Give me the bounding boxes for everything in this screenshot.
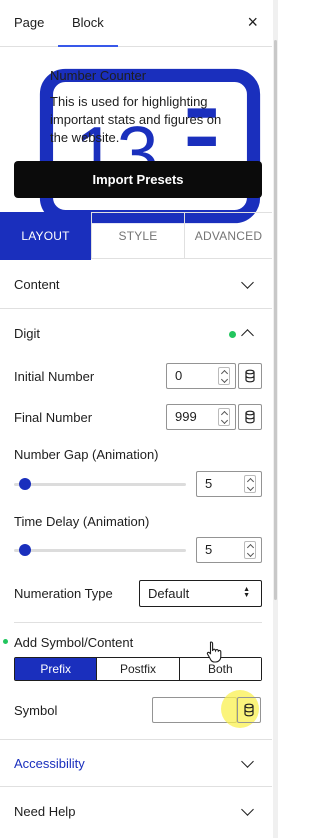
number-gap-slider-thumb[interactable] [19,478,31,490]
panel-accessibility-label: Accessibility [14,756,85,771]
dynamic-content-button[interactable] [237,697,261,723]
final-number-value: 999 [175,409,197,424]
number-gap-input[interactable]: 5 [196,471,262,497]
initial-number-value: 0 [175,368,183,383]
chevron-down-icon [241,803,254,816]
panel-accessibility[interactable]: Accessibility [0,739,272,787]
spinner-icon[interactable] [218,367,230,385]
add-symbol-label: Add Symbol/Content [14,635,134,650]
panel-need-help-label: Need Help [14,804,76,819]
tab-style[interactable]: STYLE [91,213,184,259]
select-arrows-icon: ▲ ▼ [243,586,250,599]
panel-content-label: Content [14,277,60,292]
panel-content[interactable]: Content [0,261,272,309]
dynamic-content-button[interactable] [238,363,262,389]
dynamic-content-button[interactable] [238,404,262,430]
time-delay-label: Time Delay (Animation) [14,514,150,529]
numeration-type-select[interactable]: Default ▲ ▼ [139,580,262,607]
final-number-input[interactable]: 999 [166,404,236,430]
numeration-type-value: Default [148,586,190,601]
spinner-icon[interactable] [244,475,256,493]
status-dot [3,639,8,644]
sidebar-tab-bar: Page Block × [0,0,272,47]
tab-page[interactable]: Page [14,0,44,46]
block-description: This is used for highlighting important … [50,94,222,145]
status-dot [229,331,236,338]
database-icon [245,369,255,383]
initial-number-label: Initial Number [14,369,95,384]
symbol-position-toggle: Prefix Postfix Both [14,657,262,681]
initial-number-input[interactable]: 0 [166,363,236,389]
time-delay-input[interactable]: 5 [196,537,262,563]
number-gap-slider[interactable] [14,483,186,486]
chevron-up-icon [241,329,254,342]
chevron-down-icon [241,276,254,289]
number-gap-value: 5 [205,476,213,491]
import-presets-button[interactable]: Import Presets [14,161,262,198]
spinner-icon[interactable] [244,541,256,559]
divider [14,622,262,623]
settings-tabs: LAYOUT STYLE ADVANCED [0,212,272,260]
tab-block[interactable]: Block [58,0,118,47]
symbol-label: Symbol [14,703,58,718]
close-icon[interactable]: × [247,13,258,31]
database-icon [244,703,254,717]
number-gap-label: Number Gap (Animation) [14,447,159,462]
postfix-button[interactable]: Postfix [96,658,179,680]
panel-need-help[interactable]: Need Help [0,788,272,836]
spinner-icon[interactable] [218,408,230,426]
panel-digit-label: Digit [14,326,41,341]
time-delay-slider[interactable] [14,549,186,552]
panel-digit-header[interactable]: Digit [0,310,272,358]
time-delay-value: 5 [205,542,213,557]
tab-layout[interactable]: LAYOUT [0,212,91,260]
block-title: Number Counter [50,68,147,83]
chevron-down-icon [241,755,254,768]
tab-advanced[interactable]: ADVANCED [184,213,272,259]
final-number-label: Final Number [14,410,93,425]
time-delay-slider-thumb[interactable] [19,544,31,556]
prefix-button[interactable]: Prefix [15,658,97,680]
database-icon [245,410,255,424]
hand-cursor-icon [206,641,222,663]
numeration-type-label: Numeration Type [14,586,113,601]
